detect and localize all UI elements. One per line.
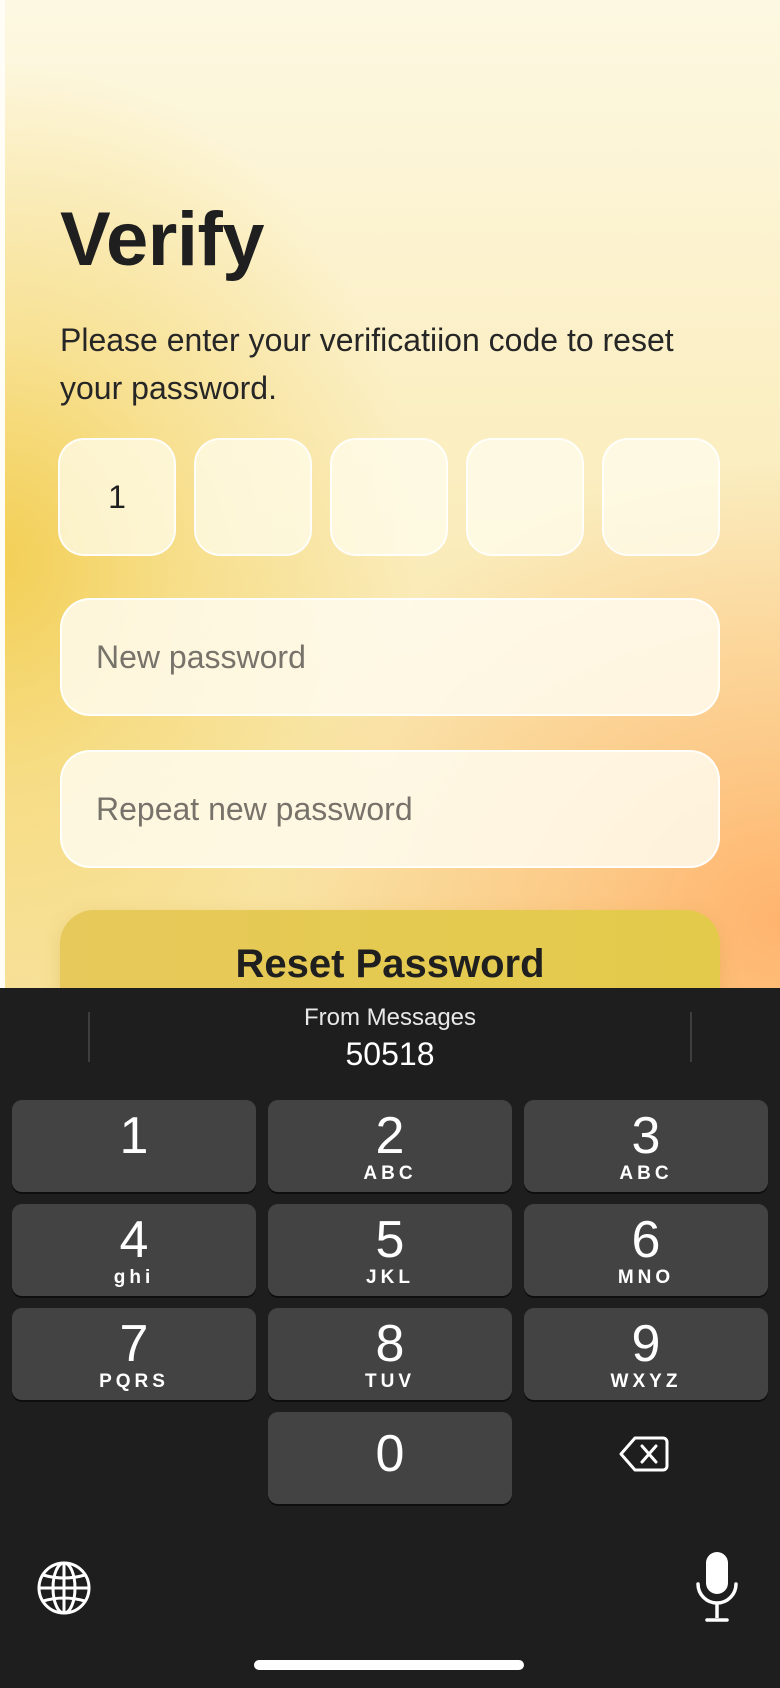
key-letters: WXYZ <box>610 1371 682 1392</box>
key-digit: 7 <box>119 1315 149 1373</box>
key-letters: JKL <box>366 1267 414 1288</box>
new-password-input[interactable] <box>94 599 718 715</box>
key-8[interactable]: 8 TUV <box>268 1308 512 1400</box>
key-digit: 3 <box>631 1107 661 1165</box>
numeric-keyboard: From Messages 50518 1 2 ABC 3 ABC 4 ghi … <box>0 988 780 1688</box>
verification-code-row: 1 <box>58 438 722 558</box>
code-digit-4[interactable] <box>466 438 584 556</box>
key-digit: 1 <box>119 1107 149 1165</box>
home-indicator[interactable] <box>254 1660 524 1670</box>
key-2[interactable]: 2 ABC <box>268 1100 512 1192</box>
key-letters: PQRS <box>99 1371 169 1392</box>
backspace-icon <box>619 1436 669 1472</box>
reset-password-button[interactable]: Reset Password <box>60 910 720 988</box>
code-digit-1[interactable]: 1 <box>58 438 176 556</box>
repeat-password-input[interactable] <box>94 751 718 867</box>
key-digit: 0 <box>375 1425 405 1483</box>
key-letters: ghi <box>113 1267 155 1288</box>
key-5[interactable]: 5 JKL <box>268 1204 512 1296</box>
key-0[interactable]: 0 <box>268 1412 512 1504</box>
code-digit-3[interactable] <box>330 438 448 556</box>
key-digit: 9 <box>631 1315 661 1373</box>
key-digit: 5 <box>375 1211 405 1269</box>
reset-password-label: Reset Password <box>235 942 545 986</box>
key-1[interactable]: 1 <box>12 1100 256 1192</box>
key-digit: 6 <box>631 1211 661 1269</box>
page-title: Verify <box>60 197 265 282</box>
key-4[interactable]: 4 ghi <box>12 1204 256 1296</box>
new-password-field[interactable] <box>60 598 720 716</box>
key-3[interactable]: 3 ABC <box>524 1100 768 1192</box>
key-7[interactable]: 7 PQRS <box>12 1308 256 1400</box>
autofill-suggestion-bar[interactable]: From Messages 50518 <box>0 988 780 1088</box>
key-letters: ABC <box>363 1163 417 1184</box>
dictation-button[interactable] <box>694 1550 740 1626</box>
key-digit: 2 <box>375 1107 405 1165</box>
key-6[interactable]: 6 MNO <box>524 1204 768 1296</box>
verify-screen: Verify Please enter your verificatiion c… <box>0 0 780 988</box>
microphone-icon <box>696 1552 738 1622</box>
code-digit-5[interactable] <box>602 438 720 556</box>
key-digit: 4 <box>119 1211 149 1269</box>
key-9[interactable]: 9 WXYZ <box>524 1308 768 1400</box>
key-digit: 8 <box>375 1315 405 1373</box>
globe-icon <box>37 1561 91 1615</box>
suggested-code[interactable]: 50518 <box>0 1036 780 1073</box>
key-letters: MNO <box>617 1267 675 1288</box>
key-letters: TUV <box>365 1371 415 1392</box>
code-digit-2[interactable] <box>194 438 312 556</box>
delete-key[interactable] <box>608 1424 680 1484</box>
key-letters: ABC <box>619 1163 673 1184</box>
globe-button[interactable] <box>36 1560 92 1616</box>
page-subtitle: Please enter your verificatiion code to … <box>60 322 674 406</box>
repeat-password-field[interactable] <box>60 750 720 868</box>
suggestion-source: From Messages <box>303 1004 477 1031</box>
